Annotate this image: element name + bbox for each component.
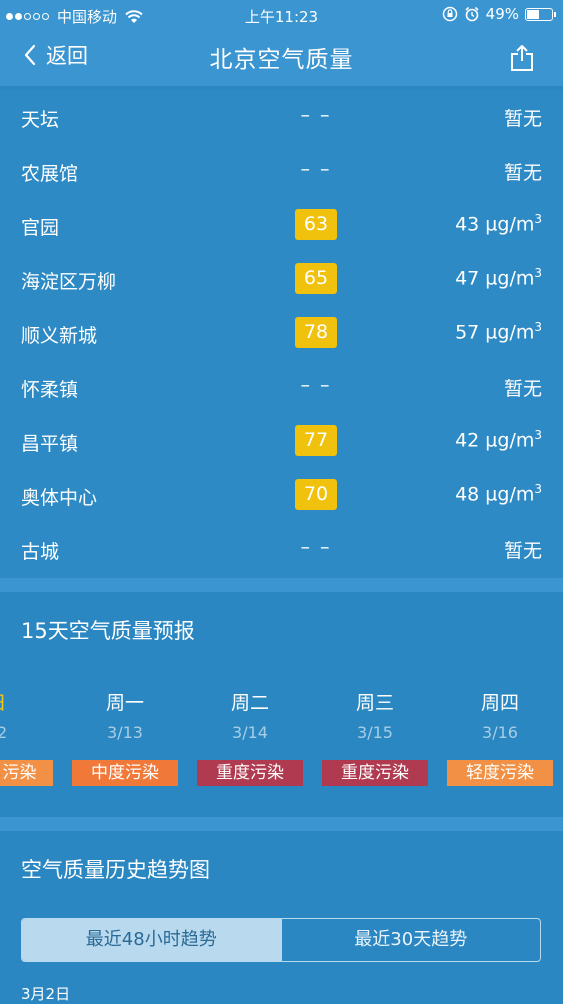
section-divider: [0, 817, 563, 831]
station-name: 奥体中心: [21, 487, 98, 509]
section-divider: [0, 578, 563, 592]
pm25-value: 57 µg/m3: [455, 320, 542, 344]
forecast-date: 12: [0, 723, 8, 742]
status-bar: 中国移动 上午11:23 49%: [0, 0, 563, 30]
forecast-day[interactable]: 周三 3/15: [335, 688, 415, 742]
station-name: 农展馆: [21, 163, 79, 185]
aqi-placeholder: – –: [300, 158, 332, 180]
pm25-value: 43 µg/m3: [455, 212, 542, 236]
aqi-badge: 78: [295, 317, 337, 348]
station-row[interactable]: 官园 63 43 µg/m3: [0, 198, 563, 252]
aqi-badge: 77: [295, 425, 337, 456]
forecast-title: 15天空气质量预报: [21, 619, 195, 643]
trend-range-toggle: 最近48小时趋势 最近30天趋势: [21, 918, 541, 962]
forecast-date: 3/14: [232, 723, 268, 742]
forecast-weekday: 周四: [480, 692, 519, 714]
forecast-level-badge: 重度污染: [322, 760, 428, 786]
aqi-badge: 65: [295, 263, 337, 294]
aqi-badge: 63: [295, 209, 337, 240]
station-row[interactable]: 海淀区万柳 65 47 µg/m3: [0, 252, 563, 306]
forecast-date: 3/16: [482, 723, 518, 742]
station-row[interactable]: 天坛 – – 暂无: [0, 90, 563, 144]
pm25-value: 42 µg/m3: [455, 428, 542, 452]
forecast-level-badge: 重度污染: [197, 760, 303, 786]
station-row[interactable]: 怀柔镇 – – 暂无: [0, 360, 563, 414]
station-row[interactable]: 顺义新城 78 57 µg/m3: [0, 306, 563, 360]
tab-48-hours[interactable]: 最近48小时趋势: [22, 919, 281, 961]
orientation-lock-icon: [442, 6, 457, 22]
pm25-value: 暂无: [503, 162, 542, 184]
page-title: 北京空气质量: [209, 47, 354, 73]
forecast-weekday: 周一: [105, 692, 144, 714]
aqi-placeholder: – –: [300, 536, 332, 558]
forecast-weekday: 周三: [355, 692, 394, 714]
forecast-date: 3/13: [107, 723, 143, 742]
alarm-icon: [465, 6, 479, 22]
pm25-value: 48 µg/m3: [455, 482, 542, 506]
nav-bar: 返回 北京空气质量: [0, 30, 563, 86]
forecast-day[interactable]: 周四 3/16: [460, 688, 540, 742]
forecast-weekday: 日: [0, 688, 22, 715]
station-name: 昌平镇: [21, 433, 79, 455]
forecast-level-badge: 污染: [0, 760, 53, 786]
chart-date-label: 3月2日: [21, 985, 71, 1003]
history-title: 空气质量历史趋势图: [21, 858, 210, 882]
aqi-badge: 70: [295, 479, 337, 510]
station-name: 怀柔镇: [21, 379, 79, 401]
forecast-day[interactable]: 周一 3/13: [85, 688, 165, 742]
pm25-value: 暂无: [503, 378, 542, 400]
station-row[interactable]: 农展馆 – – 暂无: [0, 144, 563, 198]
station-name: 海淀区万柳: [21, 271, 117, 293]
pm25-value: 暂无: [503, 108, 542, 130]
forecast-weekday: 周二: [230, 692, 269, 714]
battery-percent: 49%: [485, 5, 519, 23]
battery-icon: [525, 7, 556, 21]
pm25-value: 暂无: [503, 540, 542, 562]
forecast-section: 15天空气质量预报 日 12 污染 周一 3/13 中度污染 周二 3/14 重…: [0, 592, 563, 817]
aqi-placeholder: – –: [300, 104, 332, 126]
history-section: 空气质量历史趋势图 最近48小时趋势 最近30天趋势 3月2日: [0, 831, 563, 1003]
forecast-level-badge: 轻度污染: [447, 760, 553, 786]
station-name: 官园: [21, 217, 60, 239]
station-name: 顺义新城: [21, 325, 98, 347]
aqi-placeholder: – –: [300, 374, 332, 396]
forecast-day[interactable]: 日 12: [0, 688, 22, 742]
pm25-value: 47 µg/m3: [455, 266, 542, 290]
station-row[interactable]: 昌平镇 77 42 µg/m3: [0, 414, 563, 468]
station-list: 天坛 – – 暂无 农展馆 – – 暂无 官园 63 43 µg/m3 海淀区万…: [0, 90, 563, 578]
station-name: 古城: [21, 541, 60, 563]
forecast-level-badge: 中度污染: [72, 760, 178, 786]
tab-30-days[interactable]: 最近30天趋势: [280, 919, 541, 961]
forecast-day[interactable]: 周二 3/14: [210, 688, 290, 742]
forecast-date: 3/15: [357, 723, 393, 742]
share-icon[interactable]: [509, 44, 535, 72]
station-row[interactable]: 奥体中心 70 48 µg/m3: [0, 468, 563, 522]
station-row[interactable]: 古城 – – 暂无: [0, 522, 563, 576]
station-name: 天坛: [21, 109, 60, 131]
